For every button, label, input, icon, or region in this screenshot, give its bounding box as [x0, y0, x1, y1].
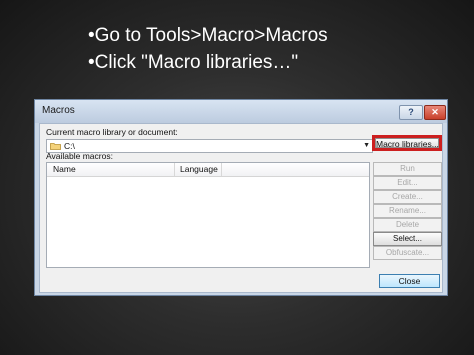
- select-button[interactable]: Select...: [373, 232, 442, 246]
- available-macros-label: Available macros:: [46, 151, 113, 161]
- library-value: C:\: [64, 141, 75, 151]
- close-button[interactable]: Close: [379, 274, 440, 288]
- bullet-1: •Go to Tools>Macro>Macros: [88, 25, 328, 46]
- column-language[interactable]: Language: [180, 164, 218, 174]
- dialog-titlebar[interactable]: Macros ? ✕: [35, 100, 447, 123]
- dialog-client-area: Current macro library or document: C:\ ▼…: [39, 123, 443, 293]
- column-name[interactable]: Name: [53, 164, 76, 174]
- macros-dialog: Macros ? ✕ Current macro library or docu…: [34, 99, 448, 296]
- obfuscate-button[interactable]: Obfuscate...: [373, 246, 442, 260]
- create-button[interactable]: Create...: [373, 190, 442, 204]
- chevron-down-icon[interactable]: ▼: [363, 140, 370, 152]
- rename-button[interactable]: Rename...: [373, 204, 442, 218]
- slide-bullets: •Go to Tools>Macro>Macros •Click "Macro …: [88, 22, 328, 76]
- folder-icon: [50, 143, 61, 150]
- column-divider[interactable]: [174, 163, 175, 176]
- macro-libraries-button[interactable]: Macro libraries...: [375, 138, 439, 149]
- help-button[interactable]: ?: [399, 105, 423, 120]
- macro-libraries-highlight: Macro libraries...: [372, 135, 442, 151]
- macros-list[interactable]: Name Language: [46, 162, 370, 268]
- column-divider[interactable]: [221, 163, 222, 176]
- delete-button[interactable]: Delete: [373, 218, 442, 232]
- list-header: Name Language: [47, 163, 369, 177]
- edit-button[interactable]: Edit...: [373, 176, 442, 190]
- run-button[interactable]: Run: [373, 162, 442, 176]
- dialog-title: Macros: [42, 105, 75, 116]
- bullet-2: •Click "Macro libraries…": [88, 52, 299, 73]
- close-icon[interactable]: ✕: [424, 105, 446, 120]
- library-label: Current macro library or document:: [46, 127, 178, 137]
